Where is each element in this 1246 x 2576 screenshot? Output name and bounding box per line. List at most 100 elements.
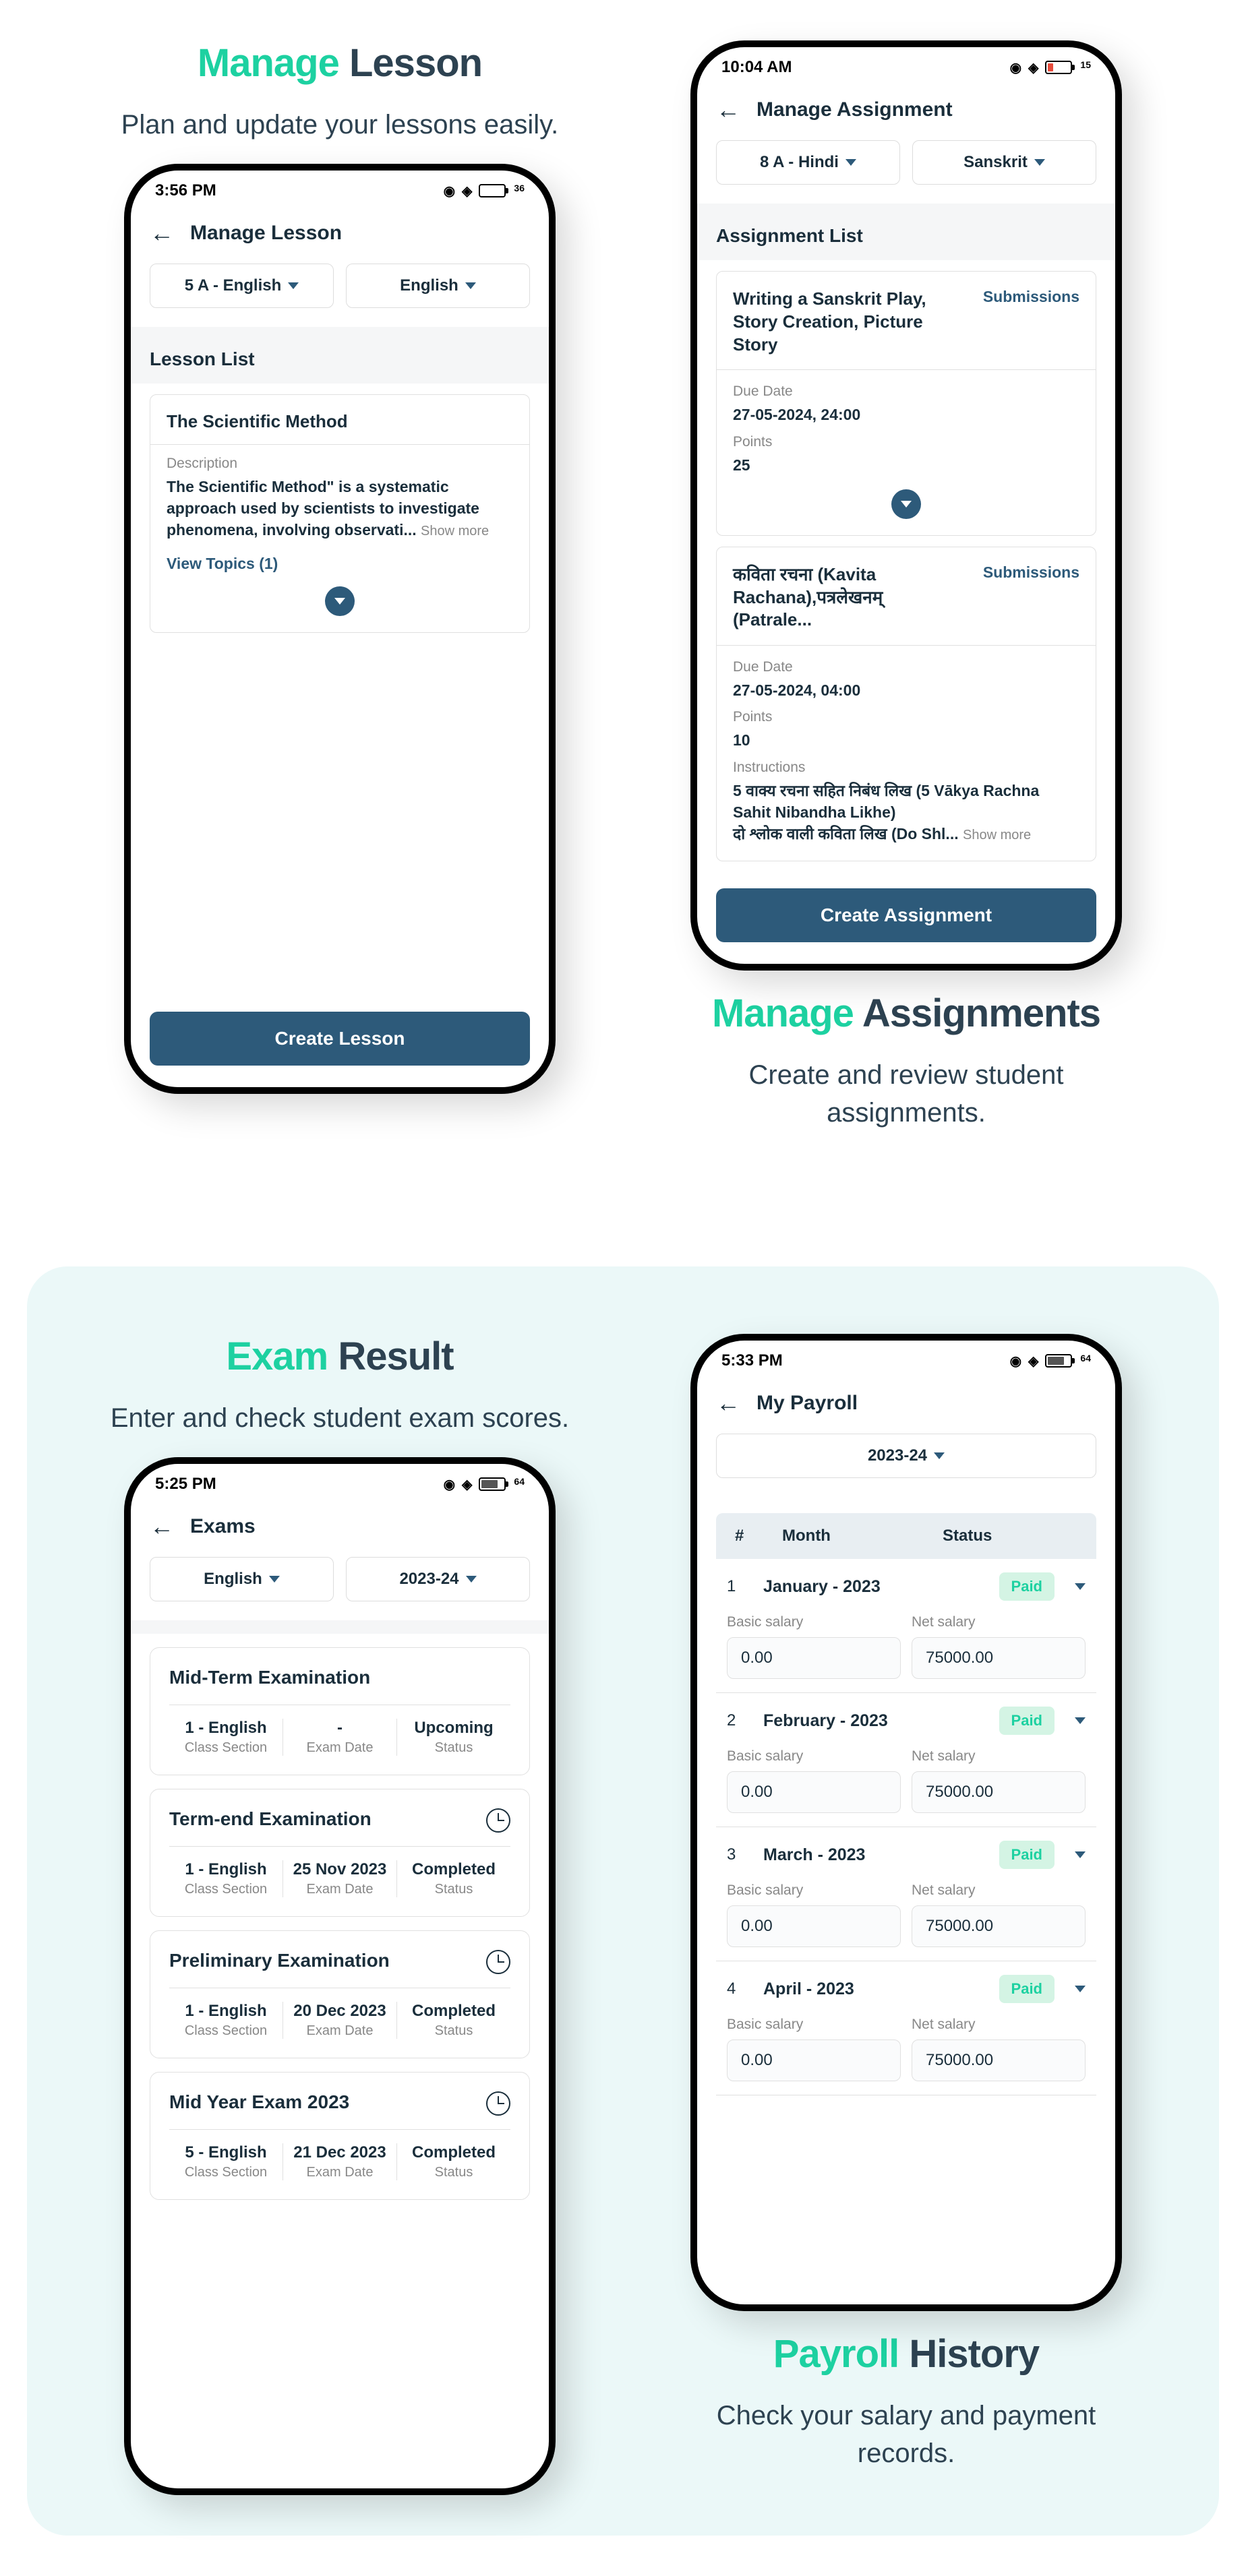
date-label: Exam Date — [289, 1740, 391, 1756]
row-month: April - 2023 — [763, 1980, 999, 1999]
assignment-card[interactable]: Writing a Sanskrit Play, Story Creation,… — [716, 271, 1096, 536]
camera-icon: ◉ — [1010, 59, 1021, 76]
exam-subtitle: Enter and check student exam scores. — [111, 1399, 569, 1437]
page-header: ← Manage Assignment — [697, 85, 1115, 140]
caret-icon — [334, 598, 345, 605]
caret-icon — [901, 501, 912, 508]
due-label: Due Date — [733, 659, 1079, 675]
assign-subtitle: Create and review student assignments. — [670, 1056, 1142, 1132]
date-value: 20 Dec 2023 — [289, 2002, 391, 2021]
exam-title-label: Exam Result — [226, 1334, 453, 1379]
expand-icon[interactable] — [1075, 1986, 1086, 1992]
status-bar: 10:04 AM ◉ ◈ 15 — [697, 47, 1115, 85]
view-topics-link[interactable]: View Topics (1) — [167, 555, 513, 573]
back-icon[interactable]: ← — [716, 1389, 740, 1417]
subject-filter[interactable]: Sanskrit — [912, 140, 1096, 185]
net-value: 75000.00 — [912, 1771, 1086, 1813]
filter-row: 5 A - English English — [131, 264, 549, 327]
basic-value: 0.00 — [727, 1637, 901, 1679]
caret-icon — [465, 282, 476, 289]
expand-icon[interactable] — [1075, 1583, 1086, 1590]
desc-label: Description — [167, 456, 513, 472]
payroll-row[interactable]: 2 February - 2023 Paid Basic salary0.00 … — [716, 1693, 1096, 1827]
exam-feature: Exam Result Enter and check student exam… — [104, 1334, 576, 2495]
status-value: Completed — [403, 2002, 505, 2021]
camera-icon: ◉ — [444, 1476, 455, 1493]
caret-icon — [269, 1576, 280, 1583]
assignment-card[interactable]: कविता रचना (Kavita Rachana),पत्रलेखनम् (… — [716, 547, 1096, 861]
list-title: Assignment List — [697, 204, 1115, 260]
exam-card[interactable]: Preliminary Examination 1 - EnglishClass… — [150, 1930, 530, 2058]
row-index: 1 — [716, 1577, 763, 1596]
expand-button[interactable] — [891, 489, 921, 519]
date-label: Exam Date — [289, 1882, 391, 1897]
net-value: 75000.00 — [912, 1637, 1086, 1679]
exam-details: 5 - EnglishClass Section 21 Dec 2023Exam… — [169, 2129, 510, 2180]
assign-title-label: Manage Assignments — [712, 991, 1100, 1036]
wifi-icon: ◈ — [462, 1476, 472, 1493]
exam-card[interactable]: Mid-Term Examination 1 - EnglishClass Se… — [150, 1647, 530, 1775]
camera-icon: ◉ — [1010, 1353, 1021, 1370]
back-icon[interactable]: ← — [716, 96, 740, 124]
status-value: Upcoming — [403, 1719, 505, 1738]
exam-name: Mid-Term Examination — [169, 1667, 510, 1688]
battery-icon — [479, 184, 506, 197]
time: 5:25 PM — [155, 1475, 216, 1494]
exam-details: 1 - EnglishClass Section 20 Dec 2023Exam… — [169, 1988, 510, 2039]
exam-card[interactable]: Mid Year Exam 2023 5 - EnglishClass Sect… — [150, 2072, 530, 2200]
page-header: ← My Payroll — [697, 1378, 1115, 1434]
points-label: Points — [733, 709, 1079, 725]
lesson-feature: Manage Lesson Plan and update your lesso… — [104, 40, 576, 1094]
class-filter[interactable]: 5 A - English — [150, 264, 334, 308]
expand-icon[interactable] — [1075, 1851, 1086, 1858]
basic-label: Basic salary — [727, 1882, 901, 1899]
submissions-link[interactable]: Submissions — [983, 563, 1079, 582]
class-value: 1 - English — [175, 2002, 277, 2021]
status-icons: ◉ ◈ 64 — [1010, 1353, 1091, 1370]
date-value: 21 Dec 2023 — [289, 2143, 391, 2162]
expand-icon[interactable] — [1075, 1717, 1086, 1724]
wifi-icon: ◈ — [1028, 59, 1038, 76]
due-label: Due Date — [733, 384, 1079, 400]
class-filter[interactable]: 8 A - Hindi — [716, 140, 900, 185]
due-value: 27-05-2024, 24:00 — [733, 404, 1079, 425]
payroll-phone: 5:33 PM ◉ ◈ 64 ← My Payroll 2023-24 # Mo… — [690, 1334, 1122, 2311]
clock-icon — [486, 1950, 510, 1974]
lesson-card[interactable]: The Scientific Method Description The Sc… — [150, 394, 530, 633]
back-icon[interactable]: ← — [150, 219, 174, 247]
basic-value: 0.00 — [727, 2040, 901, 2081]
lesson-title: Manage Lesson — [198, 40, 482, 86]
caret-icon — [288, 282, 299, 289]
submissions-link[interactable]: Submissions — [983, 288, 1079, 306]
lesson-phone: 3:56 PM ◉ ◈ 36 ← Manage Lesson 5 A - Eng… — [124, 164, 556, 1094]
exam-name: Term-end Examination — [169, 1808, 510, 1830]
show-more-link[interactable]: Show more — [963, 828, 1031, 842]
title-accent: Manage — [712, 991, 854, 1035]
net-label: Net salary — [912, 1614, 1086, 1630]
year-filter[interactable]: 2023-24 — [346, 1557, 530, 1601]
show-more-link[interactable]: Show more — [421, 524, 489, 539]
create-assignment-button[interactable]: Create Assignment — [716, 888, 1096, 942]
create-lesson-button[interactable]: Create Lesson — [150, 1012, 530, 1066]
row-month: January - 2023 — [763, 1577, 999, 1597]
title-dark: Lesson — [349, 41, 482, 85]
payroll-row[interactable]: 3 March - 2023 Paid Basic salary0.00 Net… — [716, 1827, 1096, 1961]
back-icon[interactable]: ← — [150, 1512, 174, 1541]
basic-label: Basic salary — [727, 2017, 901, 2033]
exam-card[interactable]: Term-end Examination 1 - EnglishClass Se… — [150, 1789, 530, 1917]
clock-icon — [486, 1808, 510, 1833]
payroll-row[interactable]: 1 January - 2023 Paid Basic salary0.00 N… — [716, 1559, 1096, 1693]
row-month: March - 2023 — [763, 1845, 999, 1865]
status-label: Status — [403, 2023, 505, 2039]
year-filter[interactable]: 2023-24 — [716, 1434, 1096, 1478]
expand-button[interactable] — [325, 586, 355, 616]
subject-filter[interactable]: English — [150, 1557, 334, 1601]
lesson-subtitle: Plan and update your lessons easily. — [121, 106, 559, 144]
battery-icon — [479, 1477, 506, 1491]
payroll-detail: Basic salary0.00 Net salary75000.00 — [716, 1614, 1096, 1679]
caret-icon — [846, 159, 856, 166]
payroll-list: 1 January - 2023 Paid Basic salary0.00 N… — [697, 1559, 1115, 2095]
page-header: ← Exams — [131, 1502, 549, 1557]
subject-filter[interactable]: English — [346, 264, 530, 308]
payroll-row[interactable]: 4 April - 2023 Paid Basic salary0.00 Net… — [716, 1961, 1096, 2095]
